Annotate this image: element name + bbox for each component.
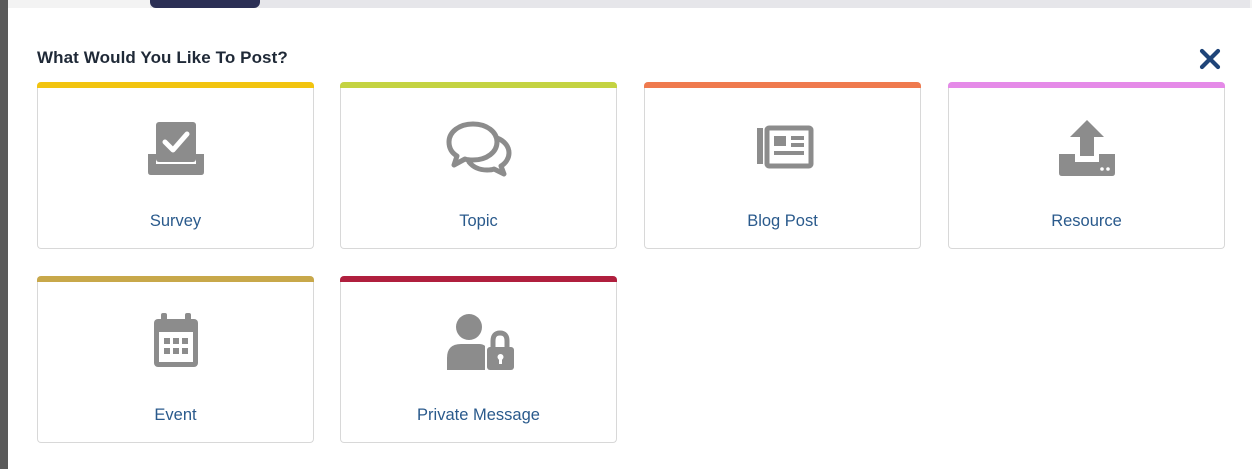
post-type-modal: What Would You Like To Post? Survey Topi… — [8, 8, 1252, 469]
post-type-card-blog-post[interactable]: Blog Post — [644, 82, 921, 249]
card-accent-bar — [37, 82, 314, 88]
newspaper-icon — [756, 125, 813, 169]
upload-icon — [1058, 120, 1115, 176]
close-x-icon — [1199, 48, 1221, 70]
post-type-card-event[interactable]: Event — [37, 276, 314, 443]
card-accent-bar — [644, 82, 921, 88]
backdrop-left-edge — [0, 0, 8, 469]
card-accent-bar — [37, 276, 314, 282]
calendar-icon — [153, 313, 198, 367]
post-type-card-private-message[interactable]: Private Message — [340, 276, 617, 443]
post-type-card-topic[interactable]: Topic — [340, 82, 617, 249]
card-label: Survey — [149, 212, 202, 230]
survey-checkbox-icon — [147, 122, 204, 175]
card-accent-bar — [948, 82, 1225, 88]
modal-title: What Would You Like To Post? — [37, 48, 288, 67]
close-button[interactable] — [1198, 47, 1222, 71]
backdrop-logo-fragment — [150, 0, 260, 8]
post-type-card-resource[interactable]: Resource — [948, 82, 1225, 249]
card-accent-bar — [340, 276, 617, 282]
post-type-card-survey[interactable]: Survey — [37, 82, 314, 249]
card-label: Blog Post — [747, 212, 818, 230]
card-label: Topic — [459, 212, 498, 230]
card-label: Resource — [1051, 212, 1122, 230]
card-label: Private Message — [417, 406, 540, 424]
card-label: Event — [154, 406, 197, 424]
card-accent-bar — [340, 82, 617, 88]
chat-bubbles-icon — [446, 121, 511, 177]
user-lock-icon — [446, 314, 514, 370]
